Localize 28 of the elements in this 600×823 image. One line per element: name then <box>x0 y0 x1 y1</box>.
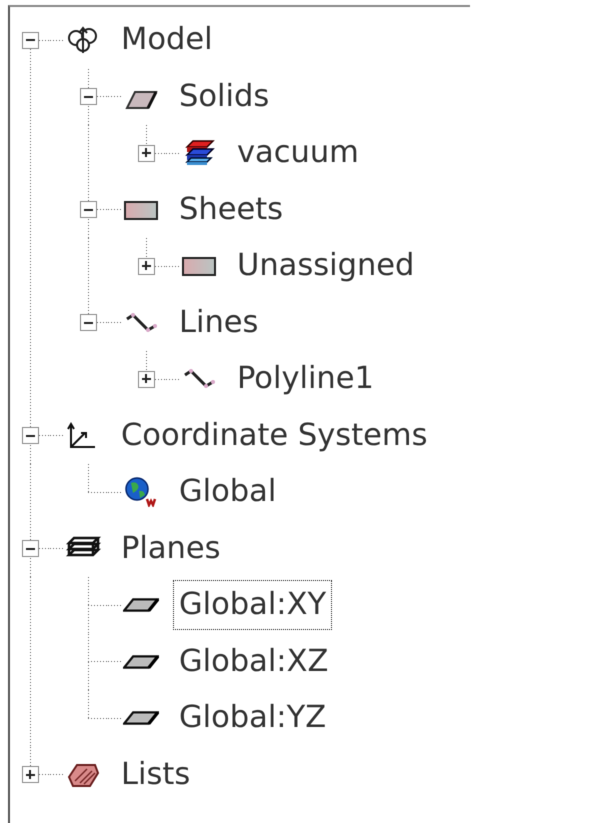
collapse-button[interactable] <box>22 427 38 444</box>
tree-item[interactable]: Global <box>173 467 282 518</box>
tree-item[interactable]: Global:XZ <box>173 636 334 687</box>
expand-button[interactable] <box>138 144 154 162</box>
expand-button[interactable] <box>138 258 154 275</box>
expand-button[interactable] <box>138 370 154 388</box>
collapse-button[interactable] <box>80 88 96 106</box>
tree-item[interactable]: Lines <box>173 298 264 348</box>
parallelogram-icon <box>123 654 159 669</box>
collapse-button[interactable] <box>22 32 38 49</box>
collapse-button[interactable] <box>80 314 96 332</box>
tree-item[interactable]: Unassigned <box>231 241 420 292</box>
parallelogram-icon <box>123 598 159 612</box>
tree-item[interactable]: vacuum <box>231 128 365 178</box>
tree-item[interactable]: Planes <box>115 524 227 574</box>
tree-item[interactable]: Solids <box>173 72 276 122</box>
expand-button[interactable] <box>22 766 38 784</box>
tree-item[interactable]: Sheets <box>173 184 290 235</box>
tree-item[interactable]: Global:YZ <box>173 693 332 744</box>
parallelogram-icon <box>123 711 159 726</box>
collapse-button[interactable] <box>80 201 96 218</box>
tree-item[interactable]: Model <box>115 15 219 66</box>
tree-item[interactable]: Lists <box>115 750 196 800</box>
tree-item[interactable]: Polyline1 <box>231 354 380 404</box>
tree-item[interactable]: Coordinate Systems <box>115 410 434 461</box>
tree-item[interactable]: Global:XY <box>173 580 332 630</box>
globe-icon <box>123 477 159 508</box>
collapse-button[interactable] <box>22 540 38 558</box>
